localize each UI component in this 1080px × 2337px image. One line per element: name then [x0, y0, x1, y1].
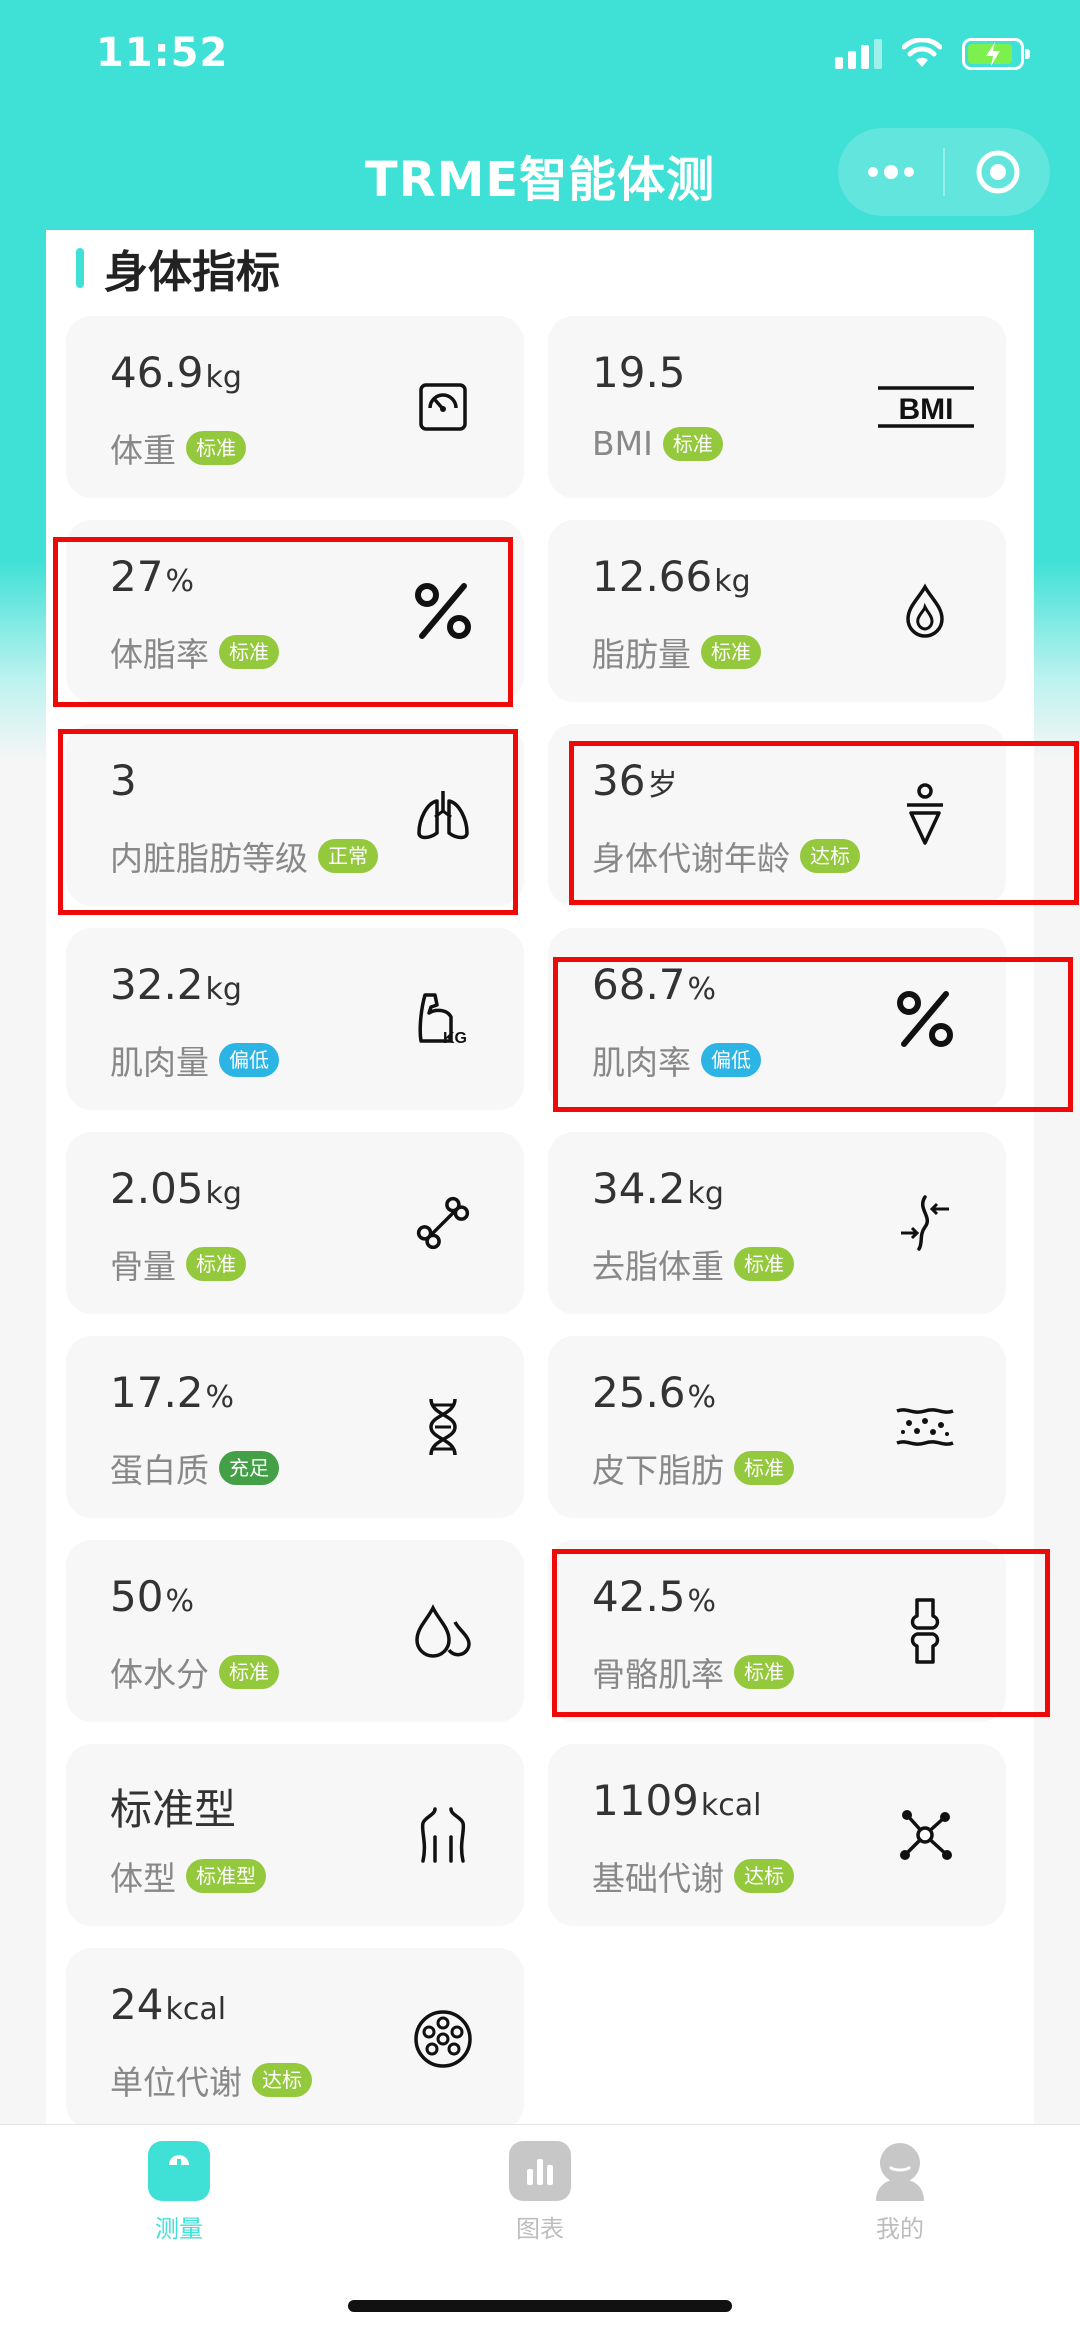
cellular-signal-icon: [835, 39, 882, 69]
status-badge: 达标: [734, 1859, 794, 1893]
more-button[interactable]: [838, 128, 943, 216]
tab-measure[interactable]: 测量: [119, 2141, 239, 2244]
svg-text:KG: KG: [443, 1030, 467, 1047]
status-badge: 标准: [662, 426, 723, 461]
home-indicator: [348, 2300, 732, 2312]
status-time: 11:52: [96, 30, 229, 76]
mini-program-capsule: [838, 128, 1050, 216]
tab-chart[interactable]: 图表: [480, 2141, 600, 2244]
metric-card-unit-metabolism[interactable]: 24kcal 单位代谢 达标: [66, 1948, 524, 2130]
metric-label: 去脂体重: [592, 1247, 724, 1286]
status-badge: 达标: [252, 2063, 312, 2097]
scale-icon: [404, 368, 482, 446]
metric-value: 46.9kg: [110, 348, 242, 397]
metric-value: 50%: [110, 1572, 194, 1621]
metric-card-bmi[interactable]: 19.5 BMI 标准 BMI: [548, 316, 1006, 498]
metric-value: 12.66kg: [592, 552, 751, 601]
tab-profile[interactable]: 我的: [840, 2141, 960, 2244]
status-bar: 11:52: [0, 0, 1080, 120]
user-icon: [869, 2141, 931, 2201]
metric-card-weight[interactable]: 46.9kg 体重 标准: [66, 316, 524, 498]
bone-icon: [404, 1184, 482, 1262]
highlight-box-metabolic-age: [569, 741, 1079, 905]
dna-icon: [404, 1388, 482, 1466]
metric-label: 体型: [110, 1859, 176, 1898]
status-badge: 标准型: [186, 1859, 266, 1893]
metric-value: 1109kcal: [592, 1776, 762, 1825]
metric-value: 32.2kg: [110, 960, 242, 1009]
status-badge: 标准: [734, 1247, 794, 1281]
water-drops-icon: [404, 1592, 482, 1670]
metric-label: 蛋白质: [110, 1451, 209, 1490]
target-circle-icon: [976, 150, 1019, 194]
bmi-icon: BMI: [876, 368, 976, 446]
fat-drop-icon: [886, 572, 964, 650]
lean-mass-icon: [886, 1184, 964, 1262]
molecule-icon: [886, 1796, 964, 1874]
metric-label: 体重: [110, 431, 176, 470]
tab-label: 图表: [516, 2215, 564, 2243]
body-indicators-panel: 身体指标 46.9kg 体重 标准 19.5 BMI 标准 BMI 27% 体脂率标…: [46, 230, 1034, 2130]
muscle-arm-icon: KG: [404, 980, 482, 1058]
status-badge: 充足: [219, 1451, 279, 1485]
metric-label: BMI: [592, 424, 653, 463]
metric-card-protein[interactable]: 17.2% 蛋白质 充足: [66, 1336, 524, 1518]
metric-label: 体水分: [110, 1655, 209, 1694]
status-icons: [835, 38, 1030, 70]
scale-icon: [148, 2141, 210, 2201]
metric-card-body-water[interactable]: 50% 体水分 标准: [66, 1540, 524, 1722]
metric-card-muscle-mass[interactable]: 32.2kg 肌肉量 偏低 KG: [66, 928, 524, 1110]
close-mini-program-button[interactable]: [945, 128, 1050, 216]
status-badge: 标准: [701, 635, 761, 669]
cell-icon: [404, 2000, 482, 2078]
skin-fat-icon: [886, 1388, 964, 1466]
metric-label: 骨量: [110, 1247, 176, 1286]
metric-value: 2.05kg: [110, 1164, 242, 1213]
metric-label: 肌肉量: [110, 1043, 209, 1082]
section-title: 身体指标: [104, 247, 280, 298]
body-shape-icon: [404, 1796, 482, 1874]
chart-icon: [509, 2141, 571, 2201]
metric-card-bone-mass[interactable]: 2.05kg 骨量 标准: [66, 1132, 524, 1314]
metric-card-body-type[interactable]: 标准型 体型 标准型: [66, 1744, 524, 1926]
metric-value: 24kcal: [110, 1980, 227, 2029]
metric-label: 单位代谢: [110, 2063, 242, 2102]
metric-card-subcutaneous-fat[interactable]: 25.6% 皮下脂肪 标准: [548, 1336, 1006, 1518]
tab-label: 测量: [155, 2215, 203, 2243]
metric-value: 17.2%: [110, 1368, 235, 1417]
metric-value: 标准型: [110, 1785, 237, 1834]
metric-label: 脂肪量: [592, 635, 691, 674]
highlight-box-muscle-rate: [553, 957, 1073, 1112]
section-header: 身体指标: [76, 238, 280, 298]
more-dots-icon: [867, 165, 914, 179]
metric-value: 19.5: [592, 348, 686, 397]
highlight-box-skeletal-muscle-rate: [552, 1549, 1050, 1717]
metric-value: 25.6%: [592, 1368, 717, 1417]
tab-label: 我的: [876, 2215, 924, 2243]
metric-card-lean-body-mass[interactable]: 34.2kg 去脂体重 标准: [548, 1132, 1006, 1314]
status-badge: 标准: [186, 1247, 246, 1281]
status-badge: 标准: [186, 431, 246, 465]
status-badge: 偏低: [219, 1043, 279, 1077]
status-badge: 标准: [734, 1451, 794, 1485]
metric-label: 皮下脂肪: [592, 1451, 724, 1490]
metric-card-basal-metabolism[interactable]: 1109kcal 基础代谢 达标: [548, 1744, 1006, 1926]
wifi-icon: [902, 38, 942, 67]
highlight-box-body-fat-rate: [53, 537, 513, 707]
section-accent-bar: [76, 248, 84, 288]
battery-charging-icon: [962, 38, 1030, 70]
metric-value: 34.2kg: [592, 1164, 724, 1213]
metric-label: 基础代谢: [592, 1859, 724, 1898]
highlight-box-visceral-fat: [58, 729, 518, 915]
metric-card-fat-mass[interactable]: 12.66kg 脂肪量 标准: [548, 520, 1006, 702]
status-badge: 标准: [219, 1655, 279, 1689]
svg-text:BMI: BMI: [899, 393, 954, 426]
